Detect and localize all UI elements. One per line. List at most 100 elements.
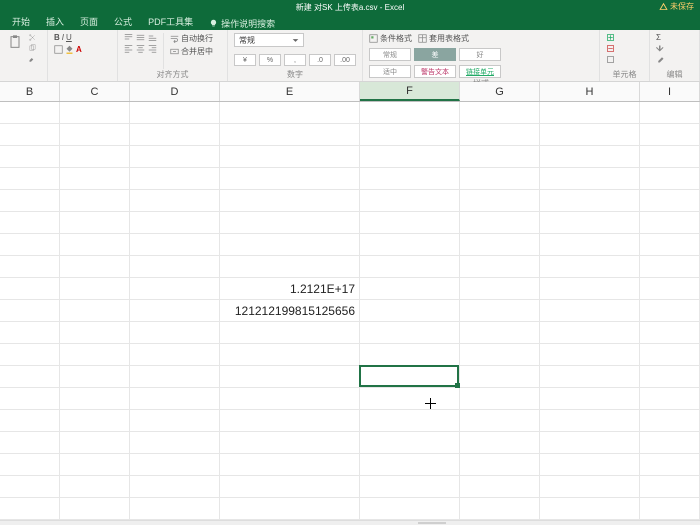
- cell-F12[interactable]: [360, 344, 460, 365]
- cell-C5[interactable]: [60, 190, 130, 211]
- cell-H13[interactable]: [540, 366, 640, 387]
- cell-F1[interactable]: [360, 102, 460, 123]
- cell-D15[interactable]: [130, 410, 220, 431]
- cell-H3[interactable]: [540, 146, 640, 167]
- cell-C8[interactable]: [60, 256, 130, 277]
- cell-G13[interactable]: [460, 366, 540, 387]
- cell-D2[interactable]: [130, 124, 220, 145]
- cell-H2[interactable]: [540, 124, 640, 145]
- tell-me[interactable]: 操作说明搜索: [209, 17, 275, 30]
- align-bottom-button[interactable]: [148, 33, 157, 42]
- cell-F15[interactable]: [360, 410, 460, 431]
- cell-D9[interactable]: [130, 278, 220, 299]
- cell-H14[interactable]: [540, 388, 640, 409]
- cell-I19[interactable]: [640, 498, 700, 519]
- cell-F19[interactable]: [360, 498, 460, 519]
- cell-E3[interactable]: [220, 146, 360, 167]
- cell-F2[interactable]: [360, 124, 460, 145]
- horizontal-scrollbar[interactable]: [0, 520, 700, 525]
- copy-button[interactable]: [28, 44, 37, 53]
- cell-F3[interactable]: [360, 146, 460, 167]
- align-left-button[interactable]: [124, 44, 133, 53]
- format-as-table-button[interactable]: 套用表格式: [418, 33, 469, 44]
- font-color-button[interactable]: A: [76, 45, 82, 54]
- cell-C12[interactable]: [60, 344, 130, 365]
- cell-F9[interactable]: [360, 278, 460, 299]
- cell-C1[interactable]: [60, 102, 130, 123]
- cell-H19[interactable]: [540, 498, 640, 519]
- align-middle-button[interactable]: [136, 33, 145, 42]
- cell-G7[interactable]: [460, 234, 540, 255]
- cell-G1[interactable]: [460, 102, 540, 123]
- format-cells-button[interactable]: [606, 55, 615, 64]
- cell-D3[interactable]: [130, 146, 220, 167]
- cell-G12[interactable]: [460, 344, 540, 365]
- cell-G10[interactable]: [460, 300, 540, 321]
- cell-B3[interactable]: [0, 146, 60, 167]
- cell-D19[interactable]: [130, 498, 220, 519]
- cell-I5[interactable]: [640, 190, 700, 211]
- insert-cells-button[interactable]: [606, 33, 615, 42]
- cell-F16[interactable]: [360, 432, 460, 453]
- cell-F10[interactable]: [360, 300, 460, 321]
- cell-D1[interactable]: [130, 102, 220, 123]
- cell-B1[interactable]: [0, 102, 60, 123]
- cell-I15[interactable]: [640, 410, 700, 431]
- cell-I14[interactable]: [640, 388, 700, 409]
- cell-I1[interactable]: [640, 102, 700, 123]
- cell-B12[interactable]: [0, 344, 60, 365]
- align-top-button[interactable]: [124, 33, 133, 42]
- cell-F17[interactable]: [360, 454, 460, 475]
- cell-E2[interactable]: [220, 124, 360, 145]
- cell-B14[interactable]: [0, 388, 60, 409]
- cell-F14[interactable]: [360, 388, 460, 409]
- cell-D8[interactable]: [130, 256, 220, 277]
- cell-H8[interactable]: [540, 256, 640, 277]
- cell-G4[interactable]: [460, 168, 540, 189]
- cell-B13[interactable]: [0, 366, 60, 387]
- cell-G5[interactable]: [460, 190, 540, 211]
- tab-pdf[interactable]: PDF工具集: [140, 13, 201, 30]
- cell-E18[interactable]: [220, 476, 360, 497]
- number-format-dropdown[interactable]: 常规: [234, 33, 304, 47]
- cell-C9[interactable]: [60, 278, 130, 299]
- cell-E12[interactable]: [220, 344, 360, 365]
- cell-G19[interactable]: [460, 498, 540, 519]
- cell-G18[interactable]: [460, 476, 540, 497]
- cell-B4[interactable]: [0, 168, 60, 189]
- cell-H4[interactable]: [540, 168, 640, 189]
- cell-G15[interactable]: [460, 410, 540, 431]
- cell-D17[interactable]: [130, 454, 220, 475]
- autosum-button[interactable]: Σ: [656, 33, 665, 42]
- cell-F8[interactable]: [360, 256, 460, 277]
- cut-button[interactable]: [28, 33, 37, 42]
- comma-button[interactable]: ,: [284, 54, 306, 66]
- cell-H1[interactable]: [540, 102, 640, 123]
- cell-H9[interactable]: [540, 278, 640, 299]
- cell-H5[interactable]: [540, 190, 640, 211]
- cell-H18[interactable]: [540, 476, 640, 497]
- cell-style-neutral[interactable]: 适中: [369, 65, 411, 78]
- cell-I11[interactable]: [640, 322, 700, 343]
- cell-B18[interactable]: [0, 476, 60, 497]
- paste-button[interactable]: [6, 33, 24, 51]
- tab-formula[interactable]: 公式: [106, 13, 140, 30]
- cell-H7[interactable]: [540, 234, 640, 255]
- cell-I13[interactable]: [640, 366, 700, 387]
- cell-G8[interactable]: [460, 256, 540, 277]
- col-header-I[interactable]: I: [640, 82, 700, 101]
- col-header-E[interactable]: E: [220, 82, 360, 101]
- cell-E7[interactable]: [220, 234, 360, 255]
- scrollbar-thumb[interactable]: [418, 522, 446, 524]
- cell-D18[interactable]: [130, 476, 220, 497]
- decrease-decimal-button[interactable]: .00: [334, 54, 356, 66]
- cell-H17[interactable]: [540, 454, 640, 475]
- cell-E19[interactable]: [220, 498, 360, 519]
- cell-C18[interactable]: [60, 476, 130, 497]
- col-header-H[interactable]: H: [540, 82, 640, 101]
- cell-C17[interactable]: [60, 454, 130, 475]
- format-painter-button[interactable]: [28, 55, 37, 64]
- cell-C19[interactable]: [60, 498, 130, 519]
- cell-D14[interactable]: [130, 388, 220, 409]
- cell-I7[interactable]: [640, 234, 700, 255]
